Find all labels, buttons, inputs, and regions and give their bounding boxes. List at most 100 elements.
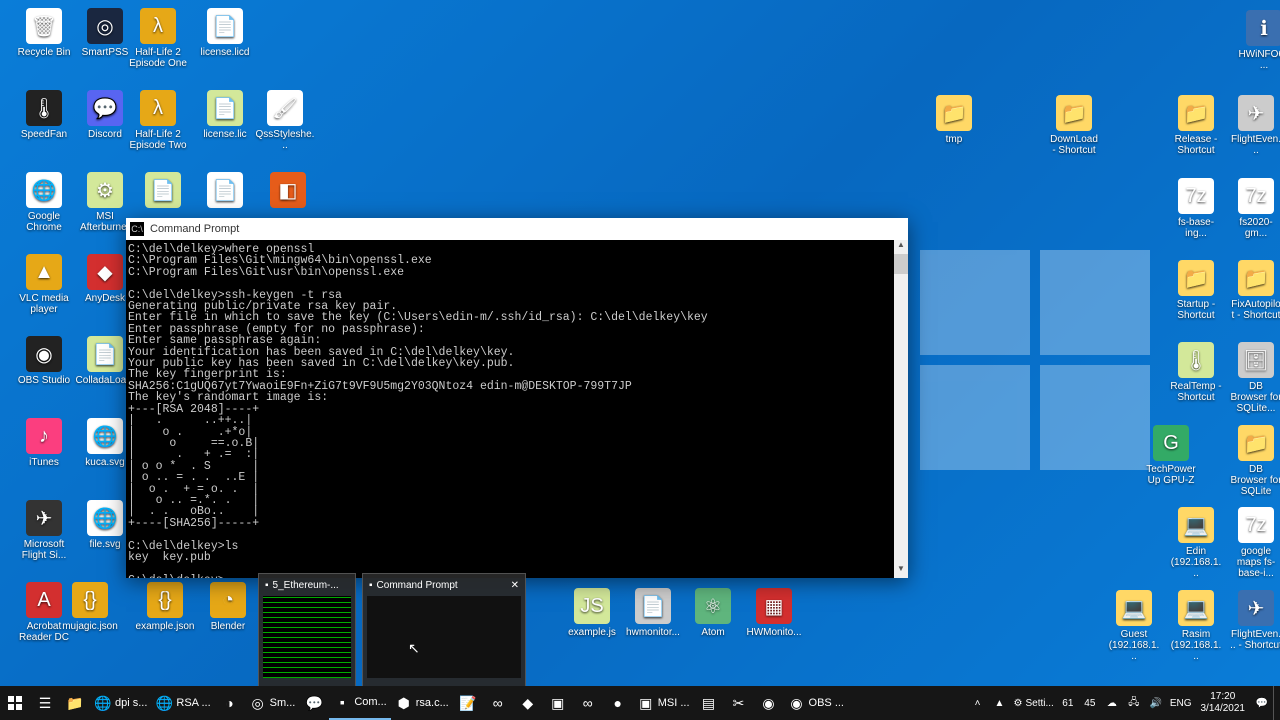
taskbar-notepad[interactable]: 📝 xyxy=(453,686,483,720)
desktop-icon[interactable]: ✈Microsoft Flight Si... xyxy=(14,500,74,561)
msi-icon: ▣ xyxy=(637,694,655,712)
tray-vol[interactable]: 🔊 xyxy=(1145,686,1167,720)
desktop-icon[interactable]: 7zfs-base-ing... xyxy=(1170,178,1222,239)
taskbar-cmd[interactable]: ▪Com... xyxy=(329,686,390,720)
taskbar-7z[interactable]: ▤ xyxy=(694,686,724,720)
tray-temp1[interactable]: 61 xyxy=(1057,686,1079,720)
scroll-up-icon[interactable]: ▲ xyxy=(894,240,908,254)
desktop-icon[interactable]: 🌡RealTemp - Shortcut xyxy=(1170,342,1222,403)
desktop-icon[interactable]: ◎SmartPSS xyxy=(75,8,135,58)
desktop-icon[interactable]: {}example.json xyxy=(135,582,195,632)
desktop-icon[interactable]: 📄license.lic xyxy=(195,90,255,140)
desktop-icon[interactable]: 🖌QssStyleshe... xyxy=(255,90,315,151)
tray-temp2[interactable]: 45 xyxy=(1079,686,1101,720)
desktop-icon[interactable]: ▦HWMonito... xyxy=(744,588,804,638)
desktop-icon[interactable]: 📄 xyxy=(195,172,255,211)
desktop-icon[interactable]: 📁Release - Shortcut xyxy=(1170,95,1222,156)
taskbar-vs[interactable]: ∞ xyxy=(483,686,513,720)
cmd-titlebar[interactable]: C:\ Command Prompt xyxy=(126,218,908,240)
discord-icon: 💬 xyxy=(305,694,323,712)
desktop-icon[interactable]: ◔Blender xyxy=(198,582,258,632)
taskbar-task-view[interactable]: ☰ xyxy=(30,686,60,720)
desktop-icon[interactable]: 7zgoogle maps fs-base-i... xyxy=(1230,507,1280,579)
desktop-icon[interactable]: 📄license.licd xyxy=(195,8,255,58)
desktop-icon[interactable]: 💻Rasim (192.168.1... xyxy=(1170,590,1222,662)
steam-icon: ◑ xyxy=(221,694,239,712)
desktop-icon[interactable]: 🌡SpeedFan xyxy=(14,90,74,140)
taskbar-discord[interactable]: 💬 xyxy=(299,686,329,720)
desktop-icon[interactable]: 💬Discord xyxy=(75,90,135,140)
snip-icon: ✂ xyxy=(730,694,748,712)
cmd-icon: ▪ xyxy=(369,580,373,591)
desktop-icon[interactable]: ♪iTunes xyxy=(14,418,74,468)
tray-vlc-t[interactable]: ▲ xyxy=(989,686,1011,720)
taskbar-file-explorer[interactable]: 📁 xyxy=(60,686,90,720)
desktop-icon[interactable]: ◧ xyxy=(258,172,318,211)
desktop-icon[interactable]: 📄 xyxy=(133,172,193,211)
desktop-icon[interactable]: 💻Edin (192.168.1... xyxy=(1170,507,1222,579)
tray-net[interactable]: 🖧 xyxy=(1123,686,1145,720)
vscode-icon: ◆ xyxy=(519,694,537,712)
taskbar-steam[interactable]: ◑ xyxy=(215,686,245,720)
taskbar-msi[interactable]: ▣MSI ... xyxy=(633,686,694,720)
desktop-icon[interactable]: {}mujagic.json xyxy=(60,582,120,632)
taskbar-snip[interactable]: ✂ xyxy=(724,686,754,720)
desktop-icon[interactable]: 📁FixAutopilot - Shortcut xyxy=(1230,260,1280,321)
desktop-icon[interactable]: JSexample.js xyxy=(562,588,622,638)
taskbar-edge[interactable]: 🌐dpi s... xyxy=(90,686,151,720)
taskbar-obs[interactable]: ◉OBS ... xyxy=(784,686,848,720)
taskbar-app1[interactable]: ▣ xyxy=(543,686,573,720)
taskbar-smartpss[interactable]: ◎Sm... xyxy=(245,686,300,720)
desktop-icon[interactable]: 🗄DB Browser for SQLite... xyxy=(1230,342,1280,414)
obs-icon: ◉ xyxy=(788,694,806,712)
desktop-icon[interactable]: λHalf-Life 2 Episode Two xyxy=(128,90,188,151)
cmd-scrollbar[interactable]: ▲ ▼ xyxy=(894,240,908,578)
thumbnail-cmd[interactable]: ▪ Command Prompt ✕ xyxy=(362,573,526,687)
show-desktop[interactable] xyxy=(1273,686,1280,720)
taskbar-vscode[interactable]: ◆ xyxy=(513,686,543,720)
taskbar-chrome[interactable]: 🌐RSA ... xyxy=(151,686,214,720)
taskbar-clock[interactable]: 17:20 3/14/2021 xyxy=(1195,691,1252,715)
node-icon: ⬢ xyxy=(395,694,413,712)
desktop-icon[interactable]: ◉OBS Studio xyxy=(14,336,74,386)
desktop-icon[interactable]: ℹHWiNFO64... xyxy=(1238,10,1280,71)
scroll-down-icon[interactable]: ▼ xyxy=(894,564,908,578)
cmd-icon: C:\ xyxy=(130,222,144,236)
desktop-icon[interactable]: 🌐Google Chrome xyxy=(14,172,74,233)
app3-icon: ● xyxy=(609,694,627,712)
7z-icon: ▤ xyxy=(700,694,718,712)
desktop-icon[interactable]: 📄hwmonitor... xyxy=(623,588,683,638)
desktop-icon[interactable]: ▲VLC media player xyxy=(14,254,74,315)
close-icon[interactable]: ✕ xyxy=(511,580,519,591)
taskbar[interactable]: ☰ 📁 🌐dpi s...🌐RSA ... ◑ ◎Sm... 💬 ▪Com...⬢rsa.c… xyxy=(0,686,1280,720)
tray-tray-up[interactable]: ˄ xyxy=(967,686,989,720)
task-view-icon: ☰ xyxy=(36,694,54,712)
app1-icon: ▣ xyxy=(549,694,567,712)
desktop-icon[interactable]: 🗑Recycle Bin xyxy=(14,8,74,58)
notification-center[interactable]: 💬 xyxy=(1251,686,1273,720)
desktop-icon[interactable]: 📁DownLoad - Shortcut xyxy=(1048,95,1100,156)
cmd-output[interactable]: C:\del\delkey>where openssl C:\Program F… xyxy=(126,240,908,578)
taskbar-app3[interactable]: ● xyxy=(603,686,633,720)
command-prompt-window[interactable]: C:\ Command Prompt C:\del\delkey>where o… xyxy=(126,218,908,578)
taskbar-app4[interactable]: ◉ xyxy=(754,686,784,720)
desktop-icon[interactable]: 7zfs2020-gm... xyxy=(1230,178,1280,239)
desktop-icon[interactable]: λHalf-Life 2 Episode One xyxy=(128,8,188,69)
tray-lang[interactable]: ENG xyxy=(1167,686,1195,720)
cmd-icon: ▪ xyxy=(265,580,269,591)
desktop-icon[interactable]: 📁DB Browser for SQLite xyxy=(1230,425,1280,497)
desktop-icon[interactable]: 📁Startup - Shortcut xyxy=(1170,260,1222,321)
desktop-icon[interactable]: 📁tmp xyxy=(928,95,980,145)
desktop-icon[interactable]: ✈FlightEven... - Shortcut xyxy=(1230,590,1280,651)
tray-settings[interactable]: ⚙Setti... xyxy=(1011,686,1057,720)
tray-onedrive[interactable]: ☁ xyxy=(1101,686,1123,720)
desktop-icon[interactable]: ⚛Atom xyxy=(683,588,743,638)
taskbar-node[interactable]: ⬢rsa.c... xyxy=(391,686,453,720)
start-button[interactable] xyxy=(0,686,30,720)
desktop-icon[interactable]: GTechPowerUp GPU-Z xyxy=(1145,425,1197,486)
thumbnail-ethereum[interactable]: ▪ 5_Ethereum-... xyxy=(258,573,356,687)
desktop-icon[interactable]: 💻Guest (192.168.1... xyxy=(1108,590,1160,662)
file-explorer-icon: 📁 xyxy=(66,694,84,712)
taskbar-app2[interactable]: ∞ xyxy=(573,686,603,720)
desktop-icon[interactable]: ✈FlightEven... xyxy=(1230,95,1280,156)
